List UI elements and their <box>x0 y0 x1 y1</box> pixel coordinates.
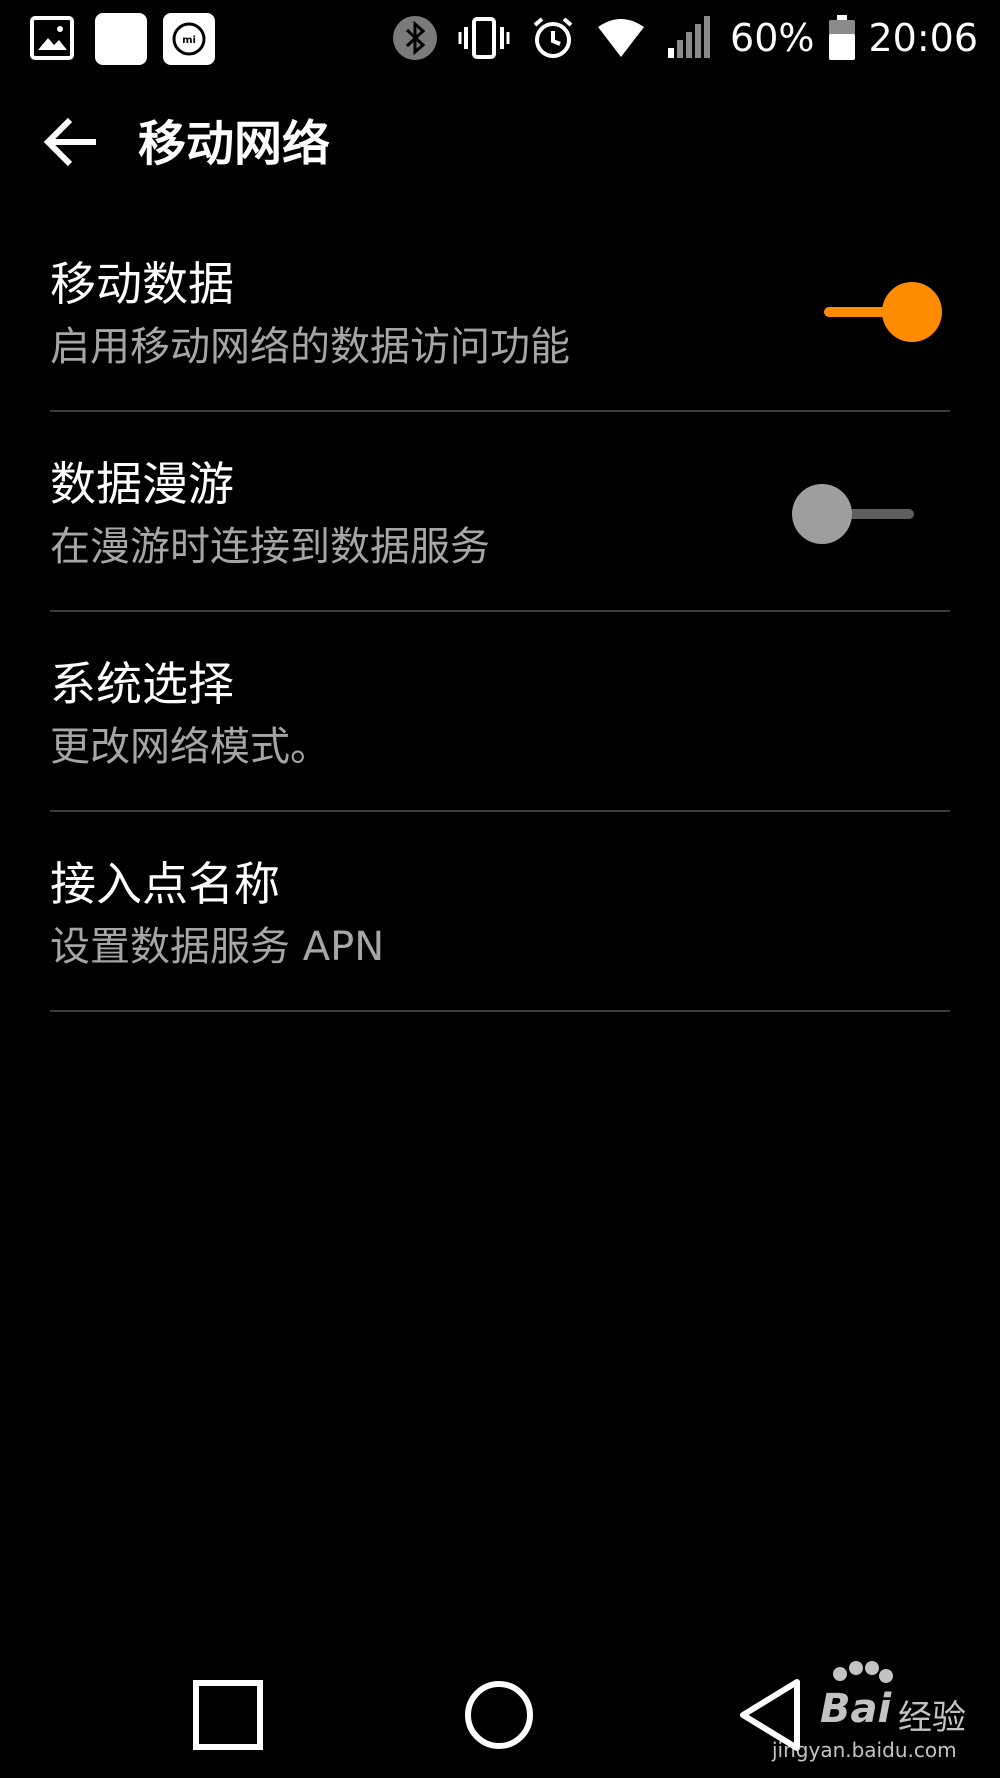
setting-system-select[interactable]: 系统选择 更改网络模式。 <box>50 612 950 812</box>
setting-mobile-data[interactable]: 移动数据 启用移动网络的数据访问功能 <box>50 212 950 412</box>
gallery-icon <box>30 16 74 64</box>
baidu-watermark: Bai 经验 jingyan.baidu.com <box>760 1660 980 1770</box>
page-title: 移动网络 <box>138 116 331 172</box>
setting-title: 数据漫游 <box>50 457 234 511</box>
data-roaming-switch[interactable] <box>792 482 922 546</box>
setting-title: 系统选择 <box>50 657 234 711</box>
watermark-url: jingyan.baidu.com <box>772 1738 957 1762</box>
status-bar: mi 60% 20:06 <box>0 0 1000 78</box>
watermark-brand-suffix: 经验 <box>898 1698 966 1738</box>
setting-summary: 设置数据服务 APN <box>50 924 385 970</box>
svg-text:mi: mi <box>182 35 196 46</box>
setting-title: 接入点名称 <box>50 857 280 911</box>
wifi-icon <box>596 17 646 59</box>
setting-summary: 更改网络模式。 <box>50 724 330 770</box>
vibrate-icon <box>458 15 510 61</box>
bluetooth-icon <box>392 15 438 61</box>
arrow-left-icon <box>42 117 98 171</box>
clock: 20:06 <box>868 16 978 60</box>
home-icon <box>464 1680 534 1754</box>
battery-percent: 60% <box>730 16 815 60</box>
setting-summary: 在漫游时连接到数据服务 <box>50 524 490 570</box>
alarm-icon <box>530 15 576 61</box>
switch-thumb <box>882 282 942 342</box>
setting-data-roaming[interactable]: 数据漫游 在漫游时连接到数据服务 <box>50 412 950 612</box>
status-bar-right: 60% 20:06 <box>392 8 978 68</box>
app-bar: 移动网络 <box>0 90 1000 200</box>
settings-list: 移动数据 启用移动网络的数据访问功能 数据漫游 在漫游时连接到数据服务 系统选择… <box>50 212 950 1012</box>
blank-notification-icon <box>94 12 148 70</box>
home-button[interactable] <box>459 1677 539 1757</box>
setting-summary: 启用移动网络的数据访问功能 <box>50 324 570 370</box>
back-button[interactable] <box>38 112 102 176</box>
recents-icon <box>193 1680 263 1754</box>
watermark-brand: Bai <box>820 1686 892 1732</box>
recents-button[interactable] <box>188 1677 268 1757</box>
mi-icon: mi <box>162 12 216 70</box>
mobile-data-switch[interactable] <box>812 280 942 344</box>
cell-signal-icon <box>666 16 711 60</box>
setting-title: 移动数据 <box>50 257 234 311</box>
setting-apn[interactable]: 接入点名称 设置数据服务 APN <box>50 812 950 1012</box>
switch-thumb <box>792 484 852 544</box>
battery-icon <box>828 15 856 61</box>
